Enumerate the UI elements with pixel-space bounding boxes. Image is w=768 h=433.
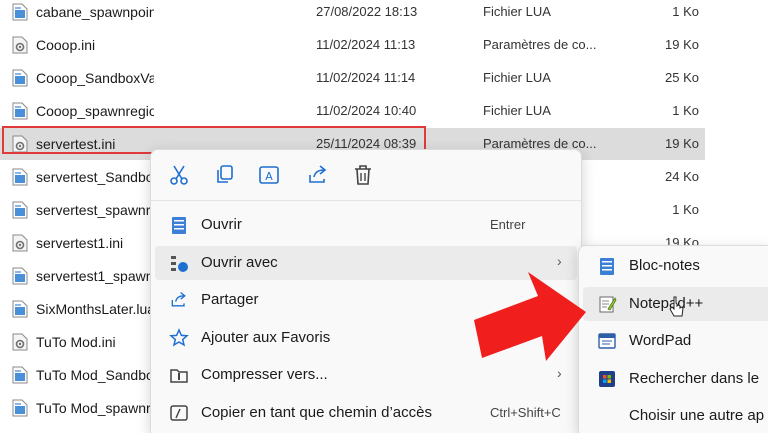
submenu-item-label: Notepad++ — [629, 294, 704, 312]
file-name: TuTo Mod_SandboxVars.lua — [36, 367, 154, 383]
file-row[interactable]: cabane_spawnpoints.lua 27/08/2022 18:13 Fi… — [0, 0, 705, 28]
lua-file-icon — [12, 201, 28, 219]
cut-button[interactable] — [167, 163, 191, 187]
lua-file-icon — [12, 3, 28, 21]
file-name: servertest_spawnregions.lua — [36, 202, 154, 218]
menu-item[interactable]: Ouvrir Entrer — [155, 208, 577, 242]
file-name: servertest1_spawnregions.lua — [36, 268, 154, 284]
share-button[interactable] — [306, 163, 330, 187]
submenu-item[interactable]: WordPad — [583, 324, 768, 358]
menu-item-shortcut: Ctrl+Shift+C — [490, 404, 561, 420]
store-icon — [597, 369, 617, 389]
file-name: Cooop_spawnregions.lua — [36, 103, 154, 119]
mouse-cursor-icon — [669, 296, 684, 317]
file-size: 1 Ko — [672, 103, 699, 118]
menu-item-label: Copier en tant que chemin d’accès — [201, 403, 432, 421]
file-row[interactable]: Cooop.ini 11/02/2024 11:13 Paramètres de c… — [0, 29, 705, 61]
file-type: Fichier LUA — [483, 4, 551, 19]
svg-text:A: A — [265, 170, 273, 183]
blank-icon — [597, 406, 617, 426]
lua-file-icon — [12, 168, 28, 186]
menu-item-label: Ajouter aux Favoris — [201, 328, 331, 346]
submenu-item[interactable]: Bloc-notes — [583, 249, 768, 283]
menu-item-label: Compresser vers... — [201, 366, 328, 383]
trash-icon — [351, 165, 375, 191]
file-row[interactable]: Cooop_spawnregions.lua 11/02/2024 10:40 Fi… — [0, 95, 705, 127]
lua-file-icon — [12, 267, 28, 285]
file-size: 19 Ko — [665, 37, 699, 52]
open-with-icon — [169, 253, 189, 273]
red-arrow-annotation — [474, 272, 586, 361]
file-name: servertest1.ini — [36, 235, 124, 251]
file-type: Paramètres de co... — [483, 37, 597, 52]
file-name: Cooop.ini — [36, 37, 96, 53]
menu-item-label: Ouvrir avec — [201, 253, 278, 271]
submenu-item-label: Choisir une autre ap — [629, 407, 765, 424]
submenu-item-label: WordPad — [629, 332, 692, 349]
open-with-submenu: Bloc-notes Notepad++ WordPad Rechercher dan… — [578, 245, 768, 433]
rename-button[interactable]: A — [257, 163, 281, 187]
file-name: Cooop_SandboxVars.lua — [36, 70, 154, 86]
menu-item-label: Partager — [201, 291, 259, 308]
copy-button[interactable] — [213, 163, 237, 187]
file-name: TuTo Mod.ini — [36, 334, 116, 350]
file-name: servertest_SandboxVars.lua — [36, 169, 154, 185]
submenu-item-label: Rechercher dans le — [629, 369, 760, 387]
ini-file-icon — [12, 234, 28, 252]
wordpad-icon — [597, 331, 617, 351]
submenu-item-label: Bloc-notes — [629, 257, 700, 274]
file-date: 11/02/2024 11:14 — [316, 70, 416, 85]
star-icon — [169, 327, 189, 348]
menu-item[interactable]: Compresser vers... › — [155, 358, 577, 392]
notepad-icon — [169, 215, 189, 235]
file-name: TuTo Mod_spawnregions.lua — [36, 400, 154, 416]
context-menu-toolbar: A — [151, 150, 581, 201]
scissors-icon — [167, 165, 191, 191]
ini-file-icon — [12, 333, 28, 351]
file-date: 11/02/2024 10:40 — [316, 103, 417, 118]
rename-icon: A — [257, 166, 281, 191]
submenu-item[interactable]: Rechercher dans le — [583, 362, 768, 396]
file-type: Fichier LUA — [483, 70, 551, 85]
file-size: 19 Ko — [665, 136, 699, 151]
lua-file-icon — [12, 102, 28, 120]
ini-file-icon — [12, 36, 28, 54]
share-icon — [306, 165, 330, 191]
menu-item[interactable]: Copier en tant que chemin d’accès Ctrl+Sh… — [155, 396, 577, 430]
delete-button[interactable] — [351, 163, 375, 187]
file-size: 1 Ko — [672, 202, 699, 217]
file-name: SixMonthsLater.lua — [36, 301, 154, 317]
lua-file-icon — [12, 300, 28, 318]
menu-item-label: Ouvrir — [201, 216, 242, 233]
file-name: cabane_spawnpoints.lua — [36, 4, 154, 20]
lua-file-icon — [12, 399, 28, 417]
submenu-chevron-icon: › — [557, 252, 562, 269]
file-row[interactable]: Cooop_SandboxVars.lua 11/02/2024 11:14 Fic… — [0, 62, 705, 94]
share-icon — [169, 290, 189, 310]
zip-folder-icon — [169, 365, 189, 385]
submenu-chevron-icon: › — [557, 365, 562, 381]
submenu-item[interactable]: Choisir une autre ap — [583, 399, 768, 433]
menu-item-shortcut: Entrer — [490, 217, 526, 232]
file-date: 27/08/2022 18:13 — [316, 4, 418, 19]
lua-file-icon — [12, 366, 28, 384]
file-date: 11/02/2024 11:13 — [316, 37, 416, 52]
lua-file-icon — [12, 69, 28, 87]
file-size: 1 Ko — [672, 4, 699, 19]
file-size: 25 Ko — [665, 70, 699, 85]
file-type: Fichier LUA — [483, 103, 551, 118]
file-size: 24 Ko — [665, 169, 699, 184]
copy-path-icon — [169, 403, 189, 423]
notepad-icon — [597, 256, 617, 276]
notepadpp-icon — [597, 294, 617, 314]
copy-icon — [213, 165, 237, 191]
